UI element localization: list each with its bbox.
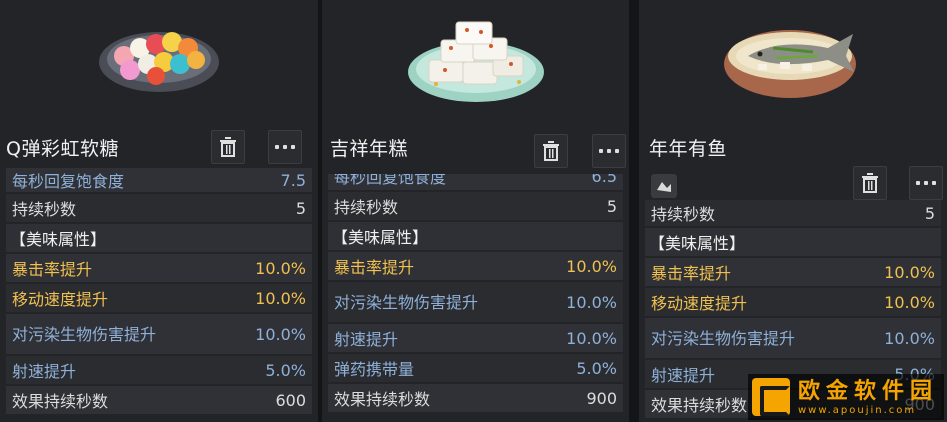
ellipsis-icon — [916, 181, 920, 185]
attr-row: 射速提升 10.0% — [328, 324, 623, 352]
trash-icon — [543, 141, 559, 161]
attr-row: 持续秒数 5 — [328, 192, 623, 220]
attr-row: 暴击率提升 10.0% — [6, 254, 312, 282]
attr-section-header: 【美味属性】 — [645, 228, 941, 256]
food-title: 吉祥年糕 — [330, 138, 409, 160]
attr-row: 对污染生物伤害提升 10.0% — [6, 314, 312, 354]
attribute-list: 每秒回复饱食度 7.5 持续秒数 5 【美味属性】 暴击率提升 10.0% 移动… — [6, 168, 312, 416]
watermark-title: 欧金软件园 — [798, 378, 939, 404]
delete-button[interactable] — [211, 130, 245, 164]
rice-cake-plate-icon — [407, 21, 544, 102]
food-title: Q弹彩虹软糖 — [6, 138, 119, 160]
rainbow-candy-plate-icon — [99, 32, 219, 92]
attr-section-header: 【美味属性】 — [328, 222, 623, 250]
attr-row: 对污染生物伤害提升 10.0% — [645, 318, 941, 358]
attr-row: 暴击率提升 10.0% — [645, 258, 941, 286]
dish-image — [0, 0, 318, 118]
attr-row: 持续秒数 5 — [6, 194, 312, 222]
food-card-rice-cake: 吉祥年糕 每秒回复饱食度 6.5 持续秒数 5 【美味属性】 暴击率提升 10.… — [322, 0, 629, 422]
dish-image — [639, 0, 947, 118]
attr-section-header: 【美味属性】 — [6, 224, 312, 252]
dish-image — [322, 0, 629, 118]
card-divider — [629, 0, 639, 422]
attr-row: 持续秒数 5 — [645, 200, 941, 226]
ellipsis-icon — [599, 149, 603, 153]
delete-button[interactable] — [853, 166, 887, 200]
attr-row: 射速提升 5.0% — [6, 356, 312, 384]
attr-row: 弹药携带量 5.0% — [328, 354, 623, 382]
watermark-logo-icon — [752, 378, 790, 416]
attribute-list: 每秒回复饱食度 6.5 持续秒数 5 【美味属性】 暴击率提升 10.0% 对污… — [328, 174, 623, 414]
food-card-fish: 年年有鱼 持续秒数 5 【美味属性】 暴击率提升 10.0% 移动速度提升 10… — [639, 0, 947, 422]
attr-row: 移动速度提升 10.0% — [6, 284, 312, 312]
food-title: 年年有鱼 — [649, 138, 728, 160]
attr-row: 暴击率提升 10.0% — [328, 252, 623, 280]
site-watermark: 欧金软件园 www.apoujin.com — [748, 374, 944, 420]
more-options-button[interactable] — [909, 166, 943, 200]
attr-row: 每秒回复饱食度 7.5 — [6, 168, 312, 192]
buff-badge-icon — [651, 174, 677, 198]
trash-icon — [220, 137, 236, 157]
attr-row: 对污染生物伤害提升 10.0% — [328, 282, 623, 322]
attr-row: 效果持续秒数 600 — [6, 386, 312, 414]
attr-row: 效果持续秒数 900 — [328, 384, 623, 412]
fish-bowl-icon — [724, 30, 856, 98]
food-card-rainbow-candy: Q弹彩虹软糖 每秒回复饱食度 7.5 持续秒数 5 【美味属性】 暴击率提升 1… — [0, 0, 318, 422]
more-options-button[interactable] — [268, 130, 302, 164]
trash-icon — [862, 173, 878, 193]
buff-swirl-icon — [657, 182, 671, 192]
delete-button[interactable] — [534, 134, 568, 168]
attr-row: 移动速度提升 10.0% — [645, 288, 941, 316]
attr-row: 每秒回复饱食度 6.5 — [328, 174, 623, 190]
ellipsis-icon — [275, 145, 279, 149]
more-options-button[interactable] — [592, 134, 626, 168]
watermark-url: www.apoujin.com — [798, 404, 917, 416]
